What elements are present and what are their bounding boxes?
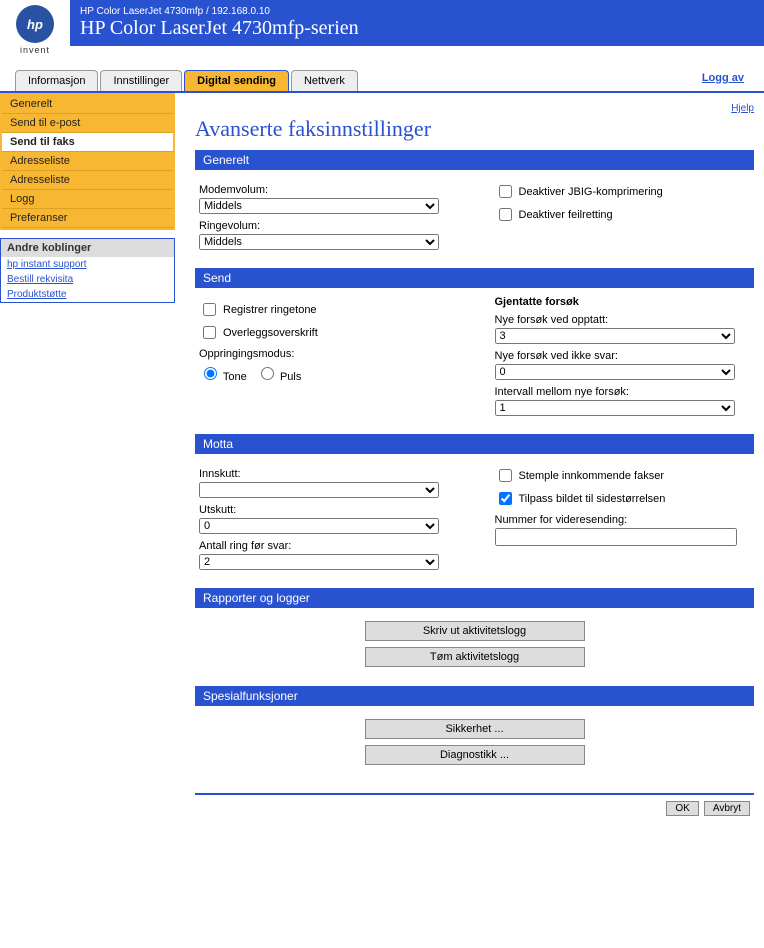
page-title: Avanserte faksinnstillinger <box>195 116 754 142</box>
insert-select[interactable] <box>199 482 439 498</box>
section-special-bar: Spesialfunksjoner <box>195 686 754 706</box>
forward-number-input[interactable] <box>495 528 737 546</box>
disable-jbig-label: Deaktiver JBIG-komprimering <box>519 186 663 198</box>
sidebar-item-addressbook-2[interactable]: Adresseliste <box>2 171 173 190</box>
tab-settings[interactable]: Innstillinger <box>100 70 182 91</box>
help-link[interactable]: Hjelp <box>195 103 754 114</box>
hp-logo-icon: hp <box>16 5 54 43</box>
link-instant-support[interactable]: hp instant support <box>1 257 174 272</box>
fit-to-page-checkbox[interactable] <box>499 492 512 505</box>
logoff-link[interactable]: Logg av <box>702 72 744 84</box>
ring-volume-select[interactable]: Middels <box>199 234 439 250</box>
link-product-support[interactable]: Produktstøtte <box>1 287 174 302</box>
print-activity-log-button[interactable]: Skriv ut aktivitetslogg <box>365 621 585 641</box>
disable-jbig-checkbox[interactable] <box>499 185 512 198</box>
sidebar-item-send-email[interactable]: Send til e-post <box>2 114 173 133</box>
retry-busy-select[interactable]: 3 <box>495 328 735 344</box>
rings-label: Antall ring før svar: <box>199 540 455 552</box>
disable-errcorr-label: Deaktiver feilretting <box>519 209 613 221</box>
cancel-button[interactable]: Avbryt <box>704 801 750 816</box>
tab-digital-sending[interactable]: Digital sending <box>184 70 289 91</box>
section-receive-bar: Motta <box>195 434 754 454</box>
diagnostics-button[interactable]: Diagnostikk ... <box>365 745 585 765</box>
ring-volume-label: Ringevolum: <box>199 220 455 232</box>
retry-interval-label: Intervall mellom nye forsøk: <box>495 386 751 398</box>
dial-mode-tone-radio[interactable] <box>204 367 217 380</box>
tab-information[interactable]: Informasjon <box>15 70 98 91</box>
detect-dialtone-label: Registrer ringetone <box>223 304 317 316</box>
section-reports-bar: Rapporter og logger <box>195 588 754 608</box>
other-links-box: Andre koblinger hp instant support Besti… <box>0 238 175 303</box>
dial-mode-pulse-radio[interactable] <box>261 367 274 380</box>
modem-volume-select[interactable]: Middels <box>199 198 439 214</box>
sidebar: Generelt Send til e-post Send til faks A… <box>0 93 175 303</box>
other-links-title: Andre koblinger <box>1 239 174 257</box>
print-select[interactable]: 0 <box>199 518 439 534</box>
dial-mode-tone-label: Tone <box>223 371 247 383</box>
disable-errcorr-checkbox[interactable] <box>499 208 512 221</box>
hp-invent-text: invent <box>20 45 50 55</box>
overlay-header-checkbox[interactable] <box>203 326 216 339</box>
forward-number-label: Nummer for videresending: <box>495 514 751 526</box>
clear-activity-log-button[interactable]: Tøm aktivitetslogg <box>365 647 585 667</box>
insert-label: Innskutt: <box>199 468 455 480</box>
dial-mode-label: Oppringingsmodus: <box>199 348 455 360</box>
device-title: HP Color LaserJet 4730mfp-serien <box>80 17 754 40</box>
stamp-incoming-checkbox[interactable] <box>499 469 512 482</box>
retry-heading: Gjentatte forsøk <box>495 296 751 308</box>
divider <box>195 793 754 795</box>
section-send-bar: Send <box>195 268 754 288</box>
retry-interval-select[interactable]: 1 <box>495 400 735 416</box>
overlay-header-label: Overleggsoverskrift <box>223 327 318 339</box>
main-panel: Hjelp Avanserte faksinnstillinger Genere… <box>175 93 764 826</box>
retry-noans-select[interactable]: 0 <box>495 364 735 380</box>
tab-bar: Informasjon Innstillinger Digital sendin… <box>0 65 764 93</box>
retry-noans-label: Nye forsøk ved ikke svar: <box>495 350 751 362</box>
header-bar: HP Color LaserJet 4730mfp / 192.168.0.10… <box>70 0 764 46</box>
sidebar-item-addressbook-1[interactable]: Adresseliste <box>2 152 173 171</box>
tab-network[interactable]: Nettverk <box>291 70 358 91</box>
sidebar-item-general[interactable]: Generelt <box>2 95 173 114</box>
detect-dialtone-checkbox[interactable] <box>203 303 216 316</box>
retry-busy-label: Nye forsøk ved opptatt: <box>495 314 751 326</box>
sidebar-nav: Generelt Send til e-post Send til faks A… <box>0 93 175 230</box>
header: hp invent HP Color LaserJet 4730mfp / 19… <box>0 0 764 65</box>
dial-mode-pulse-label: Puls <box>280 371 301 383</box>
link-order-supplies[interactable]: Bestill rekvisita <box>1 272 174 287</box>
section-general-bar: Generelt <box>195 150 754 170</box>
ok-button[interactable]: OK <box>666 801 698 816</box>
hp-logo: hp invent <box>0 0 70 65</box>
rings-select[interactable]: 2 <box>199 554 439 570</box>
sidebar-item-preferences[interactable]: Preferanser <box>2 209 173 228</box>
device-address: HP Color LaserJet 4730mfp / 192.168.0.10 <box>80 6 754 17</box>
sidebar-item-log[interactable]: Logg <box>2 190 173 209</box>
sidebar-item-send-fax[interactable]: Send til faks <box>2 133 173 152</box>
stamp-incoming-label: Stemple innkommende fakser <box>519 470 665 482</box>
fit-to-page-label: Tilpass bildet til sidestørrelsen <box>519 493 666 505</box>
security-button[interactable]: Sikkerhet ... <box>365 719 585 739</box>
modem-volume-label: Modemvolum: <box>199 184 455 196</box>
print-label: Utskutt: <box>199 504 455 516</box>
